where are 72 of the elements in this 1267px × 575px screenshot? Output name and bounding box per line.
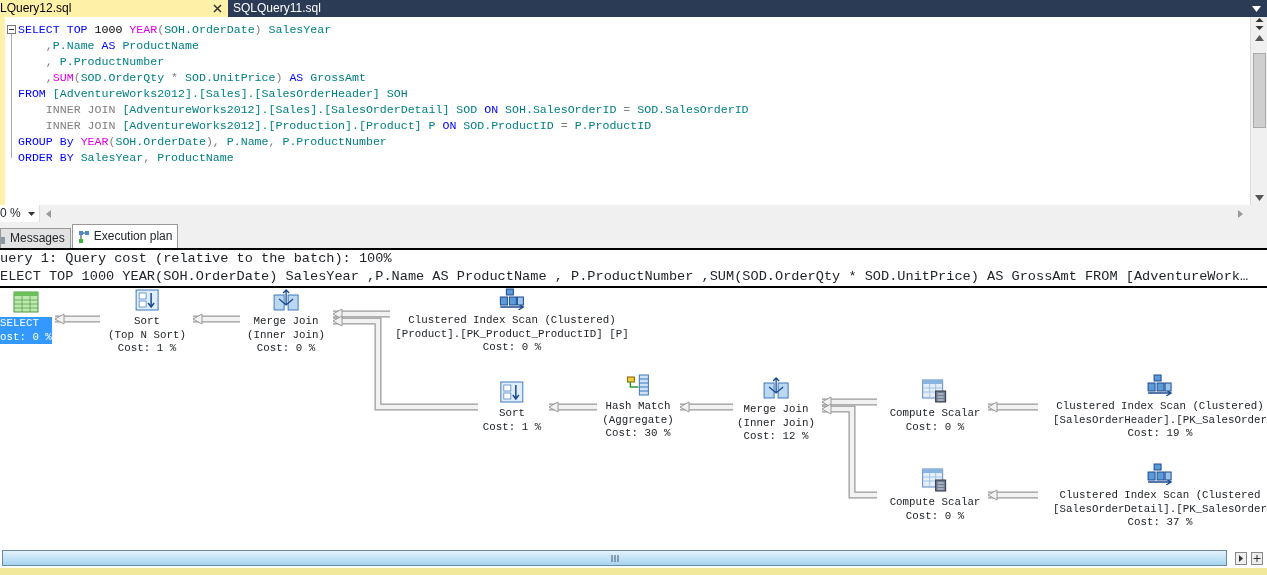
sort-icon — [500, 381, 524, 403]
zoom-in-icon[interactable] — [1251, 551, 1263, 565]
document-tab[interactable]: LQuery12.sql — [0, 0, 228, 17]
arrow — [548, 401, 597, 413]
calculator-icon — [922, 468, 948, 492]
hierarchy-icon — [1146, 463, 1174, 485]
code-line: GROUP By YEAR(SOH.OrderDate), P.Name, P.ProductNumber — [18, 134, 388, 150]
up-arrow-icon[interactable] — [1254, 35, 1264, 41]
dropdown-icon[interactable] — [1252, 6, 1261, 12]
operator-cost: Cost: 0 % — [256, 342, 316, 356]
operator-cost: Cost: 0 % — [905, 509, 965, 523]
result-tab[interactable]: Messages — [0, 228, 71, 248]
operator-cost: Cost: 1 % — [482, 420, 542, 434]
join-icon — [273, 289, 299, 311]
operator-cost: Cost: 12 % — [743, 430, 809, 444]
code-line: SELECT TOP 1000 YEAR(SOH.OrderDate) SalesYear — [18, 22, 333, 38]
operator-cost: Cost: 30 % — [605, 427, 671, 441]
operator-name: Clustered Index Scan (Clustered) — [1056, 400, 1264, 414]
scroll-thumb[interactable] — [1252, 53, 1266, 128]
zoom-combobox[interactable]: 0 % — [0, 205, 40, 222]
operator-name: Hash Match — [605, 400, 671, 414]
sort-icon — [135, 289, 159, 311]
join-icon — [763, 377, 789, 399]
operator-name: Compute Scalar — [889, 496, 981, 510]
operator-name: Merge Join — [743, 403, 809, 417]
plan-icon — [77, 229, 90, 244]
operator-name: Clustered Index Scan (Clustered — [1059, 489, 1261, 503]
operator-name: Clustered Index Scan (Clustered) — [408, 314, 616, 328]
query-text: ELECT TOP 1000 YEAR(SOH.OrderDate) SalesYear ,P.Name AS ProductName , P.ProductNumber ,SUM(SOD.OrderQty * SOD.UnitPrice) AS GrossAmt FROM [AdventureWork… — [0, 268, 1250, 286]
operator-name: Merge Join — [253, 315, 319, 329]
hierarchy-icon — [1146, 374, 1174, 396]
table-icon — [12, 291, 39, 313]
query-cost-text: uery 1: Query cost (relative to the batch): 100% — [0, 250, 393, 268]
arrow — [987, 489, 1038, 501]
code-line: ORDER BY SalesYear, ProductName — [18, 150, 235, 166]
vertical-scrollbar[interactable] — [1250, 17, 1267, 205]
operator-name: Sort — [499, 407, 525, 421]
operator-cost: Cost: 19 % — [1127, 427, 1193, 441]
operator-detail: (Top N Sort) — [108, 328, 186, 342]
arrow — [54, 313, 100, 325]
operator-cost: Cost: 0 % — [482, 341, 542, 355]
down-arrow-icon[interactable] — [1254, 195, 1264, 201]
collapse-icon[interactable] — [7, 25, 16, 34]
code-line: INNER JOIN [AdventureWorks2012].[Production].[Product] P ON SOD.ProductID = P.ProductID — [44, 118, 653, 134]
arrow — [192, 313, 240, 325]
operator-detail: (Inner Join) — [737, 416, 815, 430]
close-icon[interactable] — [213, 4, 222, 13]
code-line: ,SUM(SOD.OrderQty * SOD.UnitPrice) AS GrossAmt — [44, 70, 367, 86]
hash-icon — [626, 374, 650, 396]
operator-cost: Cost: 1 % — [117, 342, 177, 356]
operator-detail: (Inner Join) — [247, 328, 325, 342]
code-line: ,P.Name AS ProductName — [44, 38, 200, 54]
code-line: INNER JOIN [AdventureWorks2012].[Sales].[SalesOrderDetail] SOD ON SOH.SalesOrderID = SOD.SalesOrderID — [44, 102, 749, 118]
dropdown-icon — [28, 211, 35, 216]
operator-detail: [SalesOrderDetail].[PK_SalesOrder — [1053, 502, 1267, 516]
grip-icon — [610, 554, 619, 562]
operator-cost: Cost: 37 % — [1127, 516, 1193, 530]
operator-name: Compute Scalar — [889, 407, 981, 421]
operator-detail: (Aggregate) — [602, 413, 674, 427]
horizontal-scrollbar[interactable] — [2, 550, 1227, 566]
arrow — [987, 401, 1038, 413]
calculator-icon — [922, 379, 948, 403]
result-tab[interactable]: Execution plan — [71, 224, 179, 248]
arrow — [679, 401, 733, 413]
code-line: , P.ProductNumber — [44, 54, 166, 70]
operator-name: Sort — [134, 315, 160, 329]
hierarchy-icon — [498, 288, 526, 310]
code-line: FROM [AdventureWorks2012].[Sales].[SalesOrderHeader] SOH — [18, 86, 409, 102]
document-tab[interactable]: SQLQuery11.sql — [228, 0, 327, 17]
operator-detail: [SalesOrderHeader].[PK_SalesOrder — [1053, 413, 1267, 427]
operator-detail: [Product].[PK_Product_ProductID] [P] — [395, 327, 629, 341]
operator-cost: Cost: 0 % — [905, 420, 965, 434]
